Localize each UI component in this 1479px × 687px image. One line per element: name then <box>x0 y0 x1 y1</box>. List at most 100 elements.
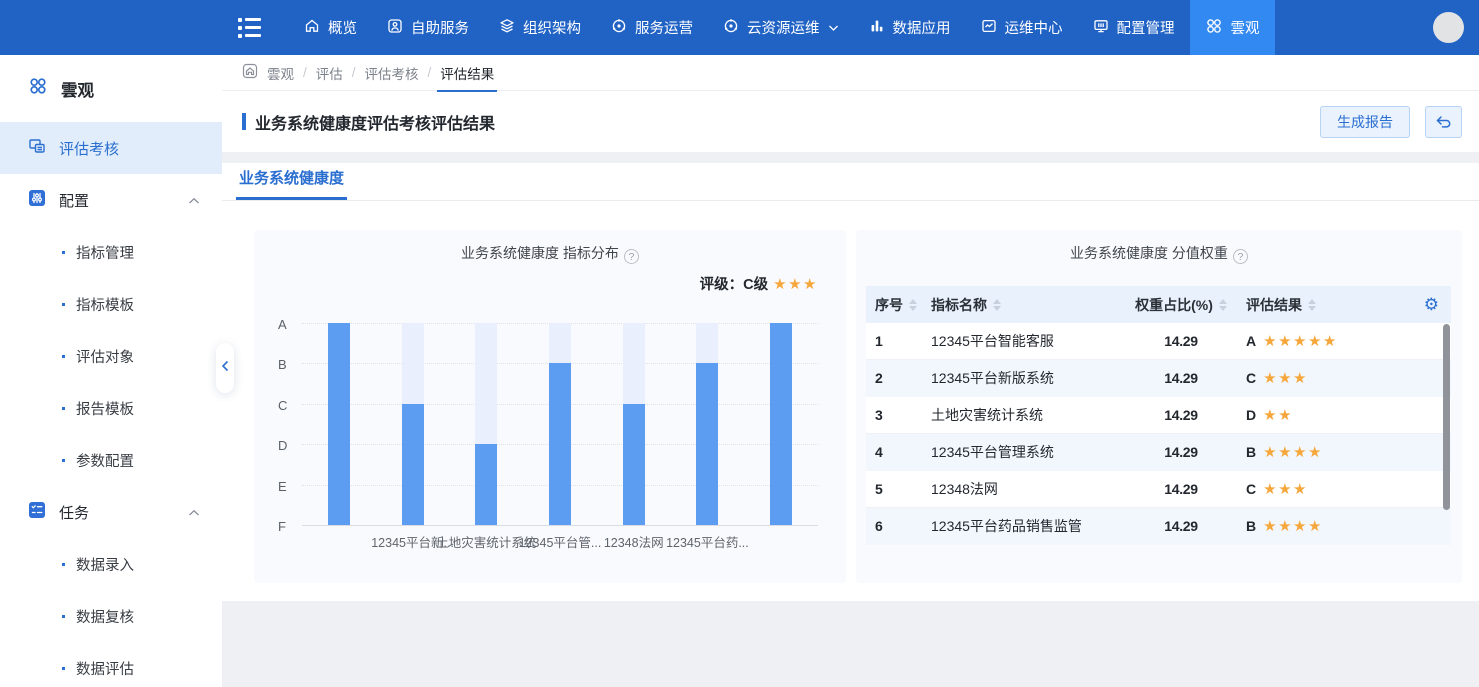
chevron-up-icon[interactable] <box>188 192 200 209</box>
rating-stars: ★★★ <box>773 276 818 293</box>
chart-bar <box>402 323 424 525</box>
sidebar-subitem-indicator-management[interactable]: 指标管理 <box>0 226 222 278</box>
generate-report-button[interactable]: 生成报告 <box>1320 106 1410 138</box>
breadcrumb-item[interactable]: 评估 <box>316 63 343 83</box>
sidebar-subitem-indicator-template[interactable]: 指标模板 <box>0 278 222 330</box>
cell-weight: 14.29 <box>1116 518 1246 534</box>
help-icon[interactable]: ? <box>1233 249 1248 264</box>
sidebar-group-label: 配置 <box>59 190 89 211</box>
y-axis-tick: B <box>278 357 287 372</box>
assessment-icon <box>28 137 46 159</box>
sort-icon[interactable] <box>993 299 1001 311</box>
nav-label: 数据应用 <box>893 17 951 38</box>
sidebar-logo: 雲观 <box>0 55 222 122</box>
sidebar-subitem-label: 指标管理 <box>76 242 134 263</box>
task-icon <box>28 501 46 523</box>
cell-result: A★★★★★ <box>1246 332 1451 350</box>
sidebar-subitem-data-entry[interactable]: 数据录入 <box>0 538 222 590</box>
nav-item-config-management[interactable]: 配置管理 <box>1078 0 1190 55</box>
chart-bar <box>696 323 718 525</box>
sort-icon[interactable] <box>1308 299 1316 311</box>
page-header: 业务系统健康度评估考核评估结果 生成报告 <box>222 91 1479 152</box>
sidebar-subitem-parameter-config[interactable]: 参数配置 <box>0 434 222 486</box>
star-rating: ★★★★★ <box>1263 333 1338 350</box>
breadcrumb-separator: / <box>428 65 432 80</box>
back-button[interactable] <box>1425 106 1462 138</box>
sidebar-subitem-assessment-object[interactable]: 评估对象 <box>0 330 222 382</box>
sidebar-subitem-data-review[interactable]: 数据复核 <box>0 590 222 642</box>
table-row[interactable]: 1 12345平台智能客服 14.29 A★★★★★ <box>866 323 1451 360</box>
sidebar-group-config[interactable]: 配置 <box>0 174 222 226</box>
four-circles-icon <box>1205 17 1223 39</box>
breadcrumb-item[interactable]: 评估考核 <box>365 63 419 83</box>
chart-bar <box>328 323 350 525</box>
sidebar-collapse-handle[interactable] <box>216 343 234 393</box>
breadcrumb-item[interactable]: 雲观 <box>267 63 294 83</box>
table-row[interactable]: 2 12345平台新版系统 14.29 C★★★ <box>866 360 1451 397</box>
y-axis-tick: D <box>278 438 287 453</box>
menu-toggle-icon[interactable] <box>238 18 261 38</box>
bullet-dot <box>62 251 65 254</box>
bullet-dot <box>62 615 65 618</box>
cell-result: B★★★★ <box>1246 517 1451 535</box>
table-row[interactable]: 6 12345平台药品销售监管 14.29 B★★★★ <box>866 508 1451 545</box>
nav-item-self-service[interactable]: 自助服务 <box>372 0 484 55</box>
column-header-seq: 序号 <box>875 295 903 315</box>
y-axis-tick: A <box>278 317 287 332</box>
nav-label: 组织架构 <box>523 17 581 38</box>
nav-item-data-application[interactable]: 数据应用 <box>854 0 966 55</box>
table-title: 业务系统健康度 分值权重? <box>856 230 1462 264</box>
cell-seq: 4 <box>866 444 931 460</box>
table-row[interactable]: 4 12345平台管理系统 14.29 B★★★★ <box>866 434 1451 471</box>
nav-item-org-structure[interactable]: 组织架构 <box>484 0 596 55</box>
bullet-dot <box>62 303 65 306</box>
chevron-up-icon[interactable] <box>188 504 200 521</box>
bar-chart-plot: ABCDEF <box>302 323 818 525</box>
cell-seq: 1 <box>866 333 931 349</box>
cell-seq: 2 <box>866 370 931 386</box>
cell-name: 12345平台管理系统 <box>931 442 1116 462</box>
column-header-result: 评估结果 <box>1246 295 1302 315</box>
table-scrollbar[interactable] <box>1443 324 1450 510</box>
nav-label: 云资源运维 <box>747 17 820 38</box>
cell-name: 12345平台药品销售监管 <box>931 516 1116 536</box>
nav-label: 服务运营 <box>635 17 693 38</box>
nav-item-ops-center[interactable]: 运维中心 <box>966 0 1078 55</box>
bullet-dot <box>62 667 65 670</box>
sidebar-subitem-label: 参数配置 <box>76 450 134 471</box>
bullet-dot <box>62 407 65 410</box>
x-axis-label: 12348法网 <box>604 532 664 551</box>
nav-item-yunguan[interactable]: 雲观 <box>1190 0 1275 55</box>
table-row[interactable]: 5 12348法网 14.29 C★★★ <box>866 471 1451 508</box>
sidebar-subitem-label: 数据录入 <box>76 554 134 575</box>
nav-item-overview[interactable]: 概览 <box>289 0 372 55</box>
indicator-distribution-panel: 业务系统健康度 指标分布? 评级：C级★★★ ABCDEF 12345平台新..… <box>254 230 846 583</box>
grade-letter: C <box>1246 481 1256 497</box>
user-avatar[interactable] <box>1433 12 1464 43</box>
sort-icon[interactable] <box>909 299 917 311</box>
cell-seq: 5 <box>866 481 931 497</box>
table-row[interactable]: 3 土地灾害统计系统 14.29 D★★ <box>866 397 1451 434</box>
sidebar-item-assessment[interactable]: 评估考核 <box>0 122 222 174</box>
breadcrumb-item-active[interactable]: 评估结果 <box>440 63 494 83</box>
breadcrumb-home-icon[interactable] <box>242 63 258 82</box>
sort-icon[interactable] <box>1219 299 1227 311</box>
sidebar-subitem-data-assessment[interactable]: 数据评估 <box>0 642 222 687</box>
sidebar-subitem-label: 指标模板 <box>76 294 134 315</box>
user-badge-icon <box>387 18 403 38</box>
sidebar-subitem-report-template[interactable]: 报告模板 <box>0 382 222 434</box>
bullet-dot <box>62 459 65 462</box>
cell-weight: 14.29 <box>1116 444 1246 460</box>
tab-business-system-health[interactable]: 业务系统健康度 <box>236 167 347 200</box>
help-icon[interactable]: ? <box>624 249 639 264</box>
sidebar-subitem-label: 数据复核 <box>76 606 134 627</box>
nav-item-service-operation[interactable]: 服务运营 <box>596 0 708 55</box>
sidebar-group-task[interactable]: 任务 <box>0 486 222 538</box>
nav-item-cloud-resource-ops[interactable]: 云资源运维 <box>708 0 854 55</box>
content-card: 业务系统健康度 业务系统健康度 指标分布? 评级：C级★★★ ABCDEF 12… <box>222 163 1479 601</box>
nav-label: 雲观 <box>1231 17 1260 38</box>
settings-gear-icon[interactable]: ⚙ <box>1424 296 1439 313</box>
tab-bar: 业务系统健康度 <box>222 163 1479 201</box>
star-rating: ★★★ <box>1263 481 1308 498</box>
grade-letter: C <box>1246 370 1256 386</box>
